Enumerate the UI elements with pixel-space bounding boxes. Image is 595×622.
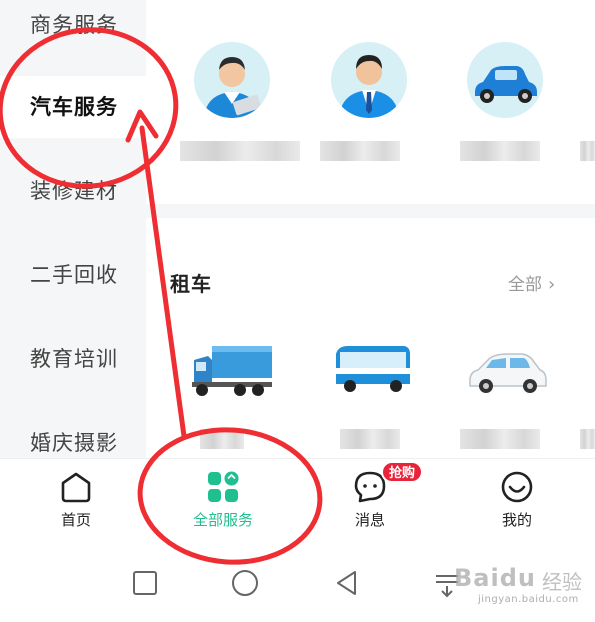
blurred-name [580, 141, 595, 161]
view-all-label: 全部 [508, 275, 542, 295]
tab-all-services-label: 全部服务 [192, 511, 253, 529]
tab-all-services[interactable]: 全部服务 [158, 459, 288, 543]
sidebar-item-education[interactable]: 教育培训 [0, 328, 146, 390]
watermark-text: 经验 [542, 570, 582, 594]
vintage-car-icon[interactable] [467, 42, 543, 118]
blurred-name [180, 141, 300, 161]
home-button[interactable] [228, 566, 262, 600]
sedan-icon[interactable] [466, 340, 550, 402]
category-sidebar: 商务服务 汽车服务 装修建材 二手回收 教育培训 婚庆摄影 [0, 0, 146, 458]
truck-icon[interactable] [190, 338, 274, 400]
bus-icon[interactable] [330, 338, 414, 400]
bottom-tab-bar: 首页 全部服务 抢购 消息 我的 [0, 458, 595, 542]
section-divider [146, 204, 595, 218]
home-icon [61, 472, 91, 503]
tab-messages-label: 消息 [354, 511, 385, 529]
service-content: 租车 全部 › [146, 0, 595, 458]
sidebar-item-recycling[interactable]: 二手回收 [0, 244, 146, 306]
blurred-name [320, 141, 400, 161]
promo-badge: 抢购 [381, 461, 424, 483]
blurred-name [340, 429, 400, 449]
view-all-link[interactable]: 全部 › [508, 270, 555, 295]
baidu-logo: Baidu [454, 564, 536, 592]
tab-home-label: 首页 [60, 511, 91, 529]
sidebar-item-business[interactable]: 商务服务 [0, 0, 146, 56]
tab-profile[interactable]: 我的 [452, 459, 582, 543]
mechanic-avatar[interactable] [194, 42, 270, 118]
blurred-name [460, 141, 540, 161]
all-services-icon [208, 471, 239, 502]
chevron-right-icon: › [548, 274, 556, 295]
tab-home[interactable]: 首页 [11, 459, 141, 543]
profile-icon [501, 471, 533, 503]
watermark-url: jingyan.baidu.com [478, 594, 579, 605]
baidu-jingyan-watermark: Baidu 经验 jingyan.baidu.com [430, 560, 590, 610]
recents-button[interactable] [128, 566, 162, 600]
sidebar-item-auto-service[interactable]: 汽车服务 [0, 76, 146, 138]
blurred-name [200, 429, 244, 449]
blurred-name [460, 429, 540, 449]
sidebar-item-decoration[interactable]: 装修建材 [0, 160, 146, 222]
blurred-name [580, 429, 595, 449]
salesman-avatar[interactable] [331, 42, 407, 118]
section-title: 租车 [170, 272, 212, 296]
tab-profile-label: 我的 [501, 511, 532, 529]
back-button[interactable] [330, 566, 364, 600]
tab-messages[interactable]: 抢购 消息 [305, 459, 435, 543]
